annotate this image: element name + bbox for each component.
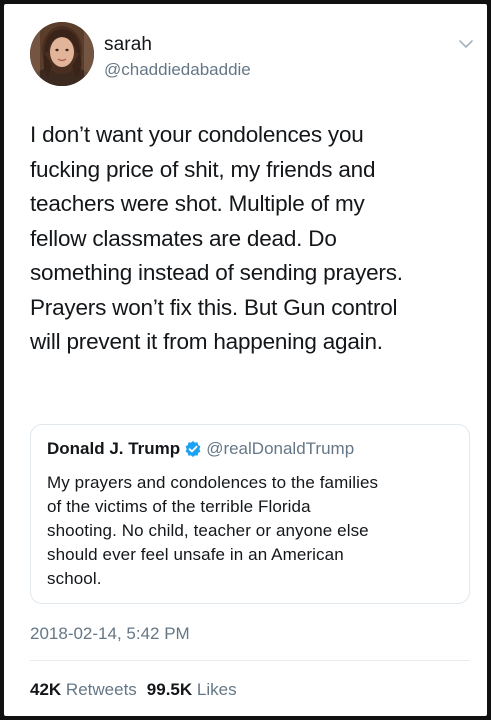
- tweet-card: sarah @chaddiedabaddie I don’t want your…: [4, 4, 487, 716]
- avatar-image: [30, 22, 94, 86]
- screenshot-frame: sarah @chaddiedabaddie I don’t want your…: [0, 0, 491, 720]
- tweet-text-line: fucking price of shit, my friends and: [30, 156, 376, 182]
- quoted-tweet-header: Donald J. Trump @realDonaldTrump: [47, 439, 354, 461]
- retweets-label: Retweets: [65, 680, 137, 699]
- tweet-timestamp[interactable]: 2018-02-14, 5:42 PM: [30, 624, 190, 644]
- quoted-text-line: school.: [47, 569, 102, 588]
- tweet-text-line: will prevent it from happening again.: [30, 329, 383, 354]
- tweet-text-line: Prayers won’t fix this. But Gun control: [30, 294, 398, 320]
- divider: [30, 660, 470, 661]
- quoted-tweet-text: My prayers and condolences to the famili…: [47, 471, 457, 591]
- author-handle[interactable]: @chaddiedabaddie: [104, 60, 251, 80]
- tweet-header: sarah @chaddiedabaddie: [30, 22, 473, 88]
- quoted-text-line: My prayers and condolences to the famili…: [47, 473, 379, 492]
- likes-label: Likes: [196, 680, 237, 699]
- verified-badge-icon: [184, 440, 202, 458]
- likes-stat[interactable]: 99.5K Likes: [147, 680, 237, 699]
- chevron-down-icon[interactable]: [456, 36, 476, 52]
- quoted-text-line: shooting. No child, teacher or anyone el…: [47, 521, 369, 540]
- tweet-stats: 42K Retweets 99.5K Likes: [30, 680, 237, 700]
- avatar[interactable]: [30, 22, 94, 86]
- quoted-author-name: Donald J. Trump: [47, 439, 181, 458]
- tweet-text-line: fellow classmates are dead. Do: [30, 225, 337, 251]
- tweet-text-line: teachers were shot. Multiple of my: [30, 191, 365, 216]
- quoted-text-line: should ever feel unsafe in an American: [47, 545, 344, 564]
- quoted-tweet[interactable]: Donald J. Trump @realDonaldTrump My pray…: [30, 424, 470, 604]
- quoted-author-handle: @realDonaldTrump: [206, 439, 355, 458]
- tweet-text-line: something instead of sending prayers.: [30, 260, 403, 285]
- tweet-text-line: I don’t want your condolences you: [30, 122, 364, 147]
- quoted-text-line: of the victims of the terrible Florida: [47, 497, 311, 516]
- likes-count: 99.5K: [146, 680, 193, 699]
- retweets-stat[interactable]: 42K Retweets: [30, 680, 137, 699]
- author-name[interactable]: sarah: [104, 34, 152, 56]
- tweet-text: I don’t want your condolences you fuckin…: [30, 118, 470, 360]
- retweets-count: 42K: [30, 680, 62, 699]
